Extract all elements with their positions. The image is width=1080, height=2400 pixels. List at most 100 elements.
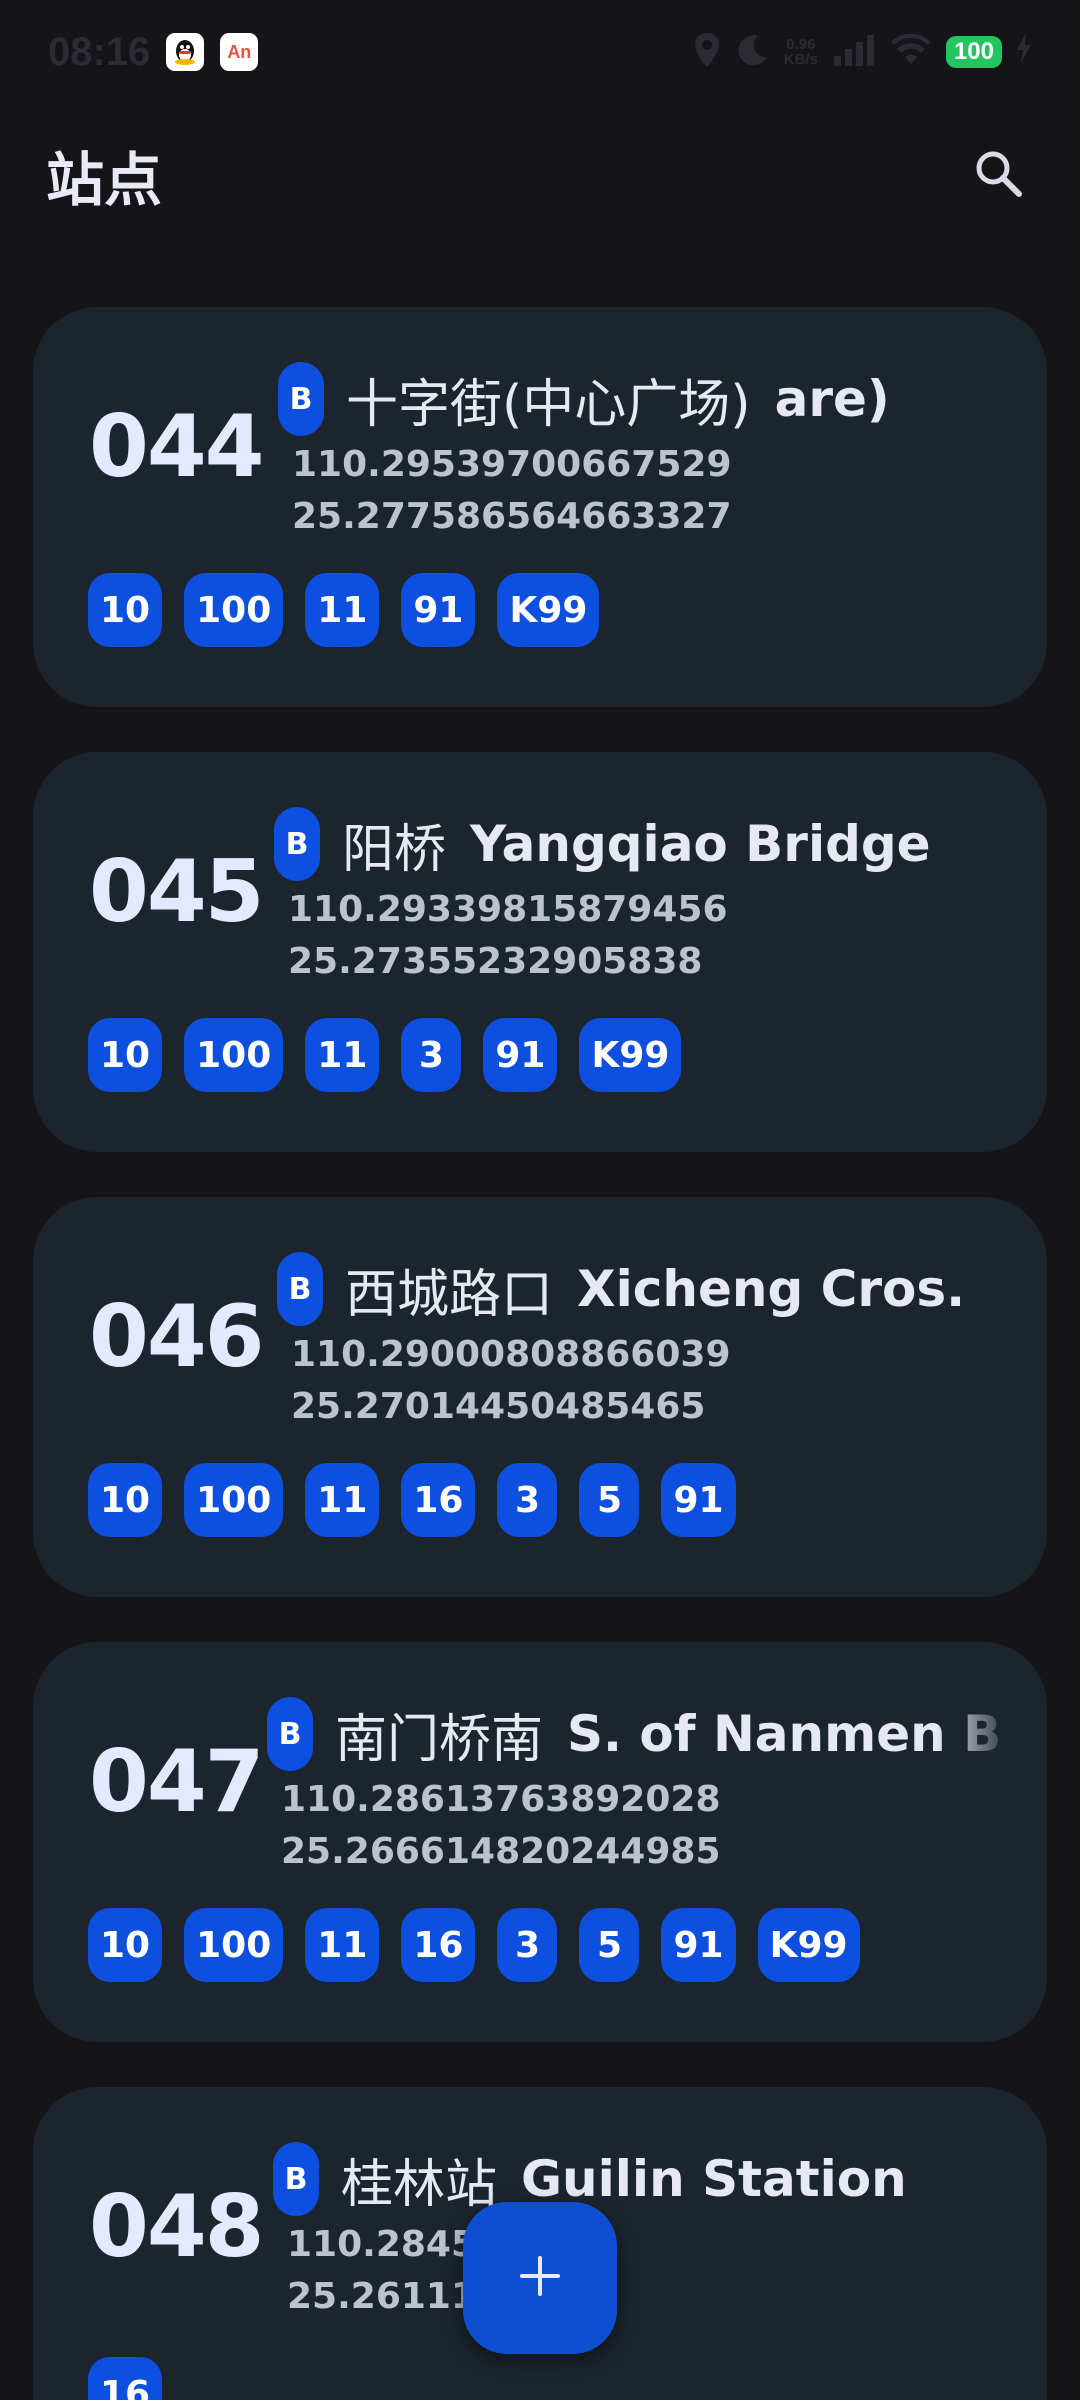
stop-latitude: 25.261119	[287, 2276, 502, 2317]
route-chip[interactable]: 11	[305, 1463, 380, 1537]
stop-name-row: B 南门桥南 S. of Nanmen B	[267, 1696, 1007, 1772]
stop-type-badge: B	[277, 1252, 323, 1326]
stop-info: B 桂林站 Guilin Station 110.28456 25.261119	[273, 2141, 1013, 2323]
route-chip[interactable]: 16	[401, 1908, 476, 1982]
stop-name-cn: 南门桥南	[335, 1709, 544, 1770]
route-chip[interactable]: 10	[88, 1018, 163, 1092]
stop-name-cn: 西城路口	[345, 1264, 554, 1325]
stop-coordinates: 110.29000808866039 25.27014450485465	[277, 1329, 1017, 1433]
search-button[interactable]	[962, 139, 1034, 211]
stop-name-en: are)	[774, 370, 890, 428]
add-stop-button[interactable]	[463, 2202, 617, 2354]
stop-type-badge: B	[274, 807, 320, 881]
network-speed: 0.96 KB/s	[784, 37, 818, 67]
qq-icon	[166, 33, 205, 71]
stop-number: 048	[89, 2177, 265, 2277]
an-icon: An	[220, 33, 259, 71]
stop-name-cn: 桂林站	[341, 2154, 498, 2215]
moon-icon	[736, 33, 770, 71]
search-icon	[972, 147, 1024, 203]
stop-name-row: B 西城路口 Xicheng Cros.	[277, 1251, 1017, 1327]
stop-info: B 南门桥南 S. of Nanmen B 110.28613763892028…	[267, 1696, 1007, 1878]
status-time: 08:16	[48, 29, 151, 74]
stop-info: B 阳桥 Yangqiao Bridge 110.29339815879456 …	[274, 806, 1014, 988]
stop-type-badge: B	[278, 362, 324, 436]
stop-number: 044	[89, 397, 265, 497]
route-chip[interactable]: 100	[184, 1908, 284, 1982]
page-title: 站点	[46, 146, 163, 214]
route-chip[interactable]: 5	[579, 1463, 640, 1537]
battery-indicator: 100	[945, 36, 1002, 68]
stop-number: 047	[89, 1732, 265, 1832]
app-header: 站点	[0, 120, 1080, 230]
route-chip[interactable]: 3	[401, 1018, 462, 1092]
stop-name-row: B 十字街(中心广场) are)	[278, 361, 1018, 437]
location-icon	[692, 31, 722, 73]
route-list: 10 100 11 16 3 5 91	[88, 1463, 736, 1537]
route-chip[interactable]: 91	[401, 573, 476, 647]
stop-coordinates: 110.28456 25.261119	[273, 2219, 1013, 2323]
status-indicators: 0.96 KB/s 100	[692, 31, 1032, 73]
route-chip[interactable]: 16	[401, 1463, 476, 1537]
plus-icon	[516, 2252, 564, 2304]
stop-card[interactable]: 045 B 阳桥 Yangqiao Bridge 110.29339815879…	[33, 752, 1047, 1152]
status-bar: 08:16 An 0.96 KB/s 100	[0, 0, 1080, 104]
stop-type-badge: B	[273, 2142, 319, 2216]
route-chip[interactable]: 100	[184, 573, 284, 647]
marquee-fade	[937, 1682, 1047, 1792]
wifi-icon	[890, 33, 932, 70]
stop-number: 046	[89, 1287, 265, 1387]
stop-name-row: B 阳桥 Yangqiao Bridge	[274, 806, 1014, 882]
route-chip[interactable]: 91	[483, 1018, 558, 1092]
stop-longitude: 110.28456	[287, 2224, 502, 2265]
route-chip[interactable]: 11	[305, 1018, 380, 1092]
stop-number: 045	[89, 842, 265, 942]
stop-latitude: 25.277586564663327	[292, 496, 732, 537]
stop-name-en: Guilin Station	[521, 2150, 907, 2208]
route-list: 10 100 11 91 K99	[88, 573, 600, 647]
route-chip[interactable]: K99	[497, 573, 600, 647]
stop-card[interactable]: 044 B 十字街(中心广场) are) 110.29539700667529 …	[33, 307, 1047, 707]
stop-name-en: Yangqiao Bridge	[470, 815, 931, 873]
stop-latitude: 25.266614820244985	[281, 1831, 721, 1872]
stop-name-cn: 阳桥	[342, 819, 447, 880]
route-chip[interactable]: 11	[305, 573, 380, 647]
route-chip[interactable]: 91	[661, 1908, 736, 1982]
route-chip[interactable]: K99	[579, 1018, 682, 1092]
route-chip[interactable]: 10	[88, 1463, 163, 1537]
stop-type-badge: B	[267, 1697, 313, 1771]
stop-latitude: 25.27014450485465	[291, 1386, 706, 1427]
stop-coordinates: 110.29539700667529 25.277586564663327	[278, 439, 1018, 543]
route-chip[interactable]: 10	[88, 573, 163, 647]
stop-info: B 西城路口 Xicheng Cros. 110.29000808866039 …	[277, 1251, 1017, 1433]
stop-card[interactable]: 046 B 西城路口 Xicheng Cros. 110.29000808866…	[33, 1197, 1047, 1597]
route-chip[interactable]: 11	[305, 1908, 380, 1982]
signal-icon	[832, 34, 876, 70]
route-chip[interactable]: 100	[184, 1463, 284, 1537]
stop-name-cn: 十字街(中心广场)	[346, 374, 751, 435]
speed-unit: KB/s	[783, 51, 818, 68]
route-list: 16	[88, 2357, 163, 2400]
stop-latitude: 25.27355232905838	[288, 941, 703, 982]
stop-info: B 十字街(中心广场) are) 110.29539700667529 25.2…	[278, 361, 1018, 543]
stop-coordinates: 110.29339815879456 25.27355232905838	[274, 884, 1014, 988]
route-chip[interactable]: 3	[497, 1463, 558, 1537]
route-list: 10 100 11 16 3 5 91 K99	[88, 1908, 860, 1982]
route-chip[interactable]: 100	[184, 1018, 284, 1092]
stop-longitude: 110.29000808866039	[291, 1334, 731, 1375]
route-chip[interactable]: 5	[579, 1908, 640, 1982]
stop-card[interactable]: 047 B 南门桥南 S. of Nanmen B 110.2861376389…	[33, 1642, 1047, 2042]
route-chip[interactable]: K99	[757, 1908, 860, 1982]
stop-name-row: B 桂林站 Guilin Station	[273, 2141, 1013, 2217]
stop-longitude: 110.29339815879456	[288, 889, 728, 930]
route-chip[interactable]: 3	[497, 1908, 558, 1982]
stop-name-en: Xicheng Cros.	[577, 1260, 966, 1318]
stop-longitude: 110.29539700667529	[292, 444, 732, 485]
marquee-fade	[937, 347, 1047, 457]
stop-coordinates: 110.28613763892028 25.266614820244985	[267, 1774, 1007, 1878]
route-list: 10 100 11 3 91 K99	[88, 1018, 682, 1092]
stop-longitude: 110.28613763892028	[281, 1779, 721, 1820]
route-chip[interactable]: 10	[88, 1908, 163, 1982]
route-chip[interactable]: 16	[88, 2357, 163, 2400]
route-chip[interactable]: 91	[661, 1463, 736, 1537]
